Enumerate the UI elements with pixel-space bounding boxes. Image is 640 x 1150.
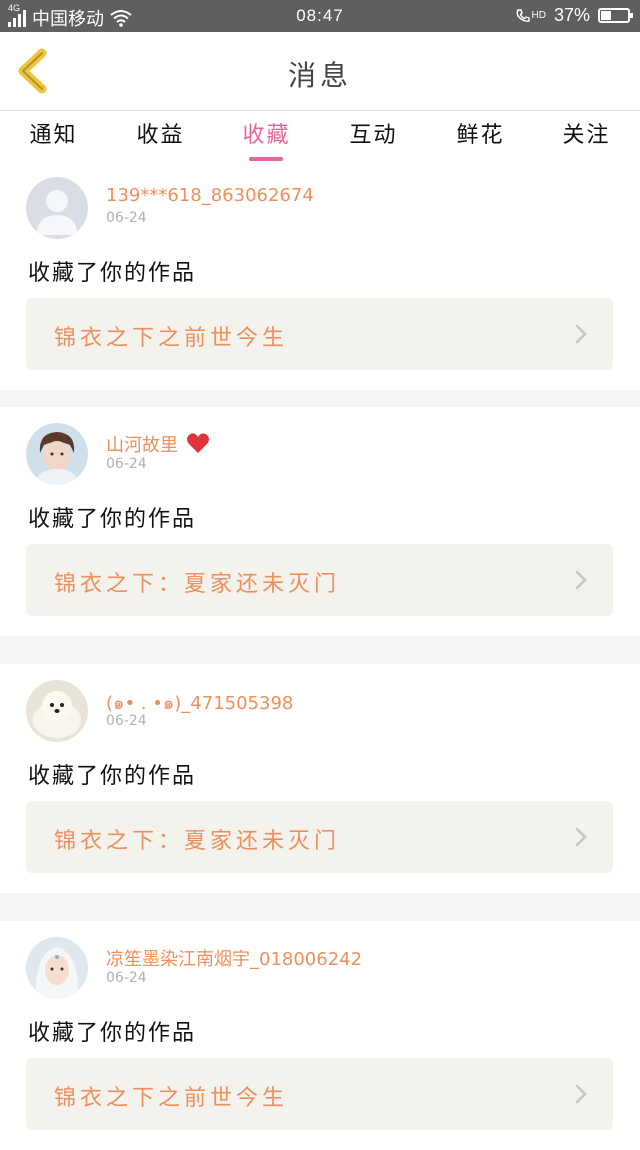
tab-favorites[interactable]: 收藏 bbox=[213, 117, 320, 161]
young-man-photo-avatar bbox=[26, 423, 88, 485]
chevron-right-icon bbox=[575, 570, 587, 590]
white-puppy-photo-avatar bbox=[26, 680, 88, 742]
white-haired-figure-avatar bbox=[26, 937, 88, 999]
battery-icon bbox=[598, 8, 633, 23]
action-text: 收藏了你的作品 bbox=[28, 1021, 197, 1046]
avatar[interactable] bbox=[26, 937, 88, 999]
tab-interactions[interactable]: 互动 bbox=[320, 117, 427, 161]
avatar[interactable] bbox=[26, 423, 88, 485]
battery-percent: 37% bbox=[553, 5, 590, 25]
chevron-right-icon bbox=[575, 324, 587, 344]
username-link[interactable]: 山河故里 bbox=[106, 431, 210, 457]
tab-bar: 通知 收益 收藏 互动 鲜花 关注 bbox=[0, 111, 640, 161]
action-text: 收藏了你的作品 bbox=[28, 507, 197, 532]
action-text: 收藏了你的作品 bbox=[28, 764, 197, 789]
notification-date: 06-24 bbox=[106, 456, 147, 472]
action-text: 收藏了你的作品 bbox=[28, 261, 197, 286]
tab-following[interactable]: 关注 bbox=[533, 117, 640, 161]
work-link[interactable]: 锦衣之下之前世今生 bbox=[26, 1058, 613, 1130]
username-link[interactable]: 凉笙墨染江南烟宇_018006242 bbox=[106, 945, 362, 971]
header: 消息 bbox=[0, 32, 640, 111]
work-title: 锦衣之下：夏家还未灭门 bbox=[54, 572, 341, 597]
tab-flowers[interactable]: 鲜花 bbox=[427, 117, 534, 161]
status-bar: 4G 中国移动 08:47 HD 37% bbox=[0, 0, 640, 32]
tab-earnings[interactable]: 收益 bbox=[107, 117, 214, 161]
avatar[interactable] bbox=[26, 680, 88, 742]
page-title: 消息 bbox=[287, 59, 352, 92]
tab-notifications[interactable]: 通知 bbox=[0, 117, 107, 161]
notification-card: 凉笙墨染江南烟宇_018006242 06-24 收藏了你的作品 锦衣之下之前世… bbox=[0, 921, 640, 1150]
username-link[interactable]: 139***618_863062674 bbox=[106, 185, 314, 206]
work-link[interactable]: 锦衣之下：夏家还未灭门 bbox=[26, 544, 613, 616]
work-link[interactable]: 锦衣之下之前世今生 bbox=[26, 298, 613, 370]
work-title: 锦衣之下之前世今生 bbox=[54, 1086, 289, 1111]
work-title: 锦衣之下之前世今生 bbox=[54, 326, 289, 351]
work-title: 锦衣之下：夏家还未灭门 bbox=[54, 829, 341, 854]
notification-date: 06-24 bbox=[106, 970, 147, 986]
default-person-avatar bbox=[26, 177, 88, 239]
notification-card: 139***618_863062674 06-24 收藏了你的作品 锦衣之下之前… bbox=[0, 161, 640, 390]
chevron-right-icon bbox=[575, 1084, 587, 1104]
hd-call-icon: HD bbox=[515, 8, 546, 24]
notification-date: 06-24 bbox=[106, 210, 147, 226]
heart-icon bbox=[186, 433, 209, 453]
work-link[interactable]: 锦衣之下：夏家还未灭门 bbox=[26, 801, 613, 873]
notification-card: (๑• . •๑)_471505398 06-24 收藏了你的作品 锦衣之下：夏… bbox=[0, 664, 640, 893]
avatar[interactable] bbox=[26, 177, 88, 239]
chevron-right-icon bbox=[575, 827, 587, 847]
notification-date: 06-24 bbox=[106, 713, 147, 729]
notification-card: 山河故里 06-24 收藏了你的作品 锦衣之下：夏家还未灭门 bbox=[0, 407, 640, 636]
